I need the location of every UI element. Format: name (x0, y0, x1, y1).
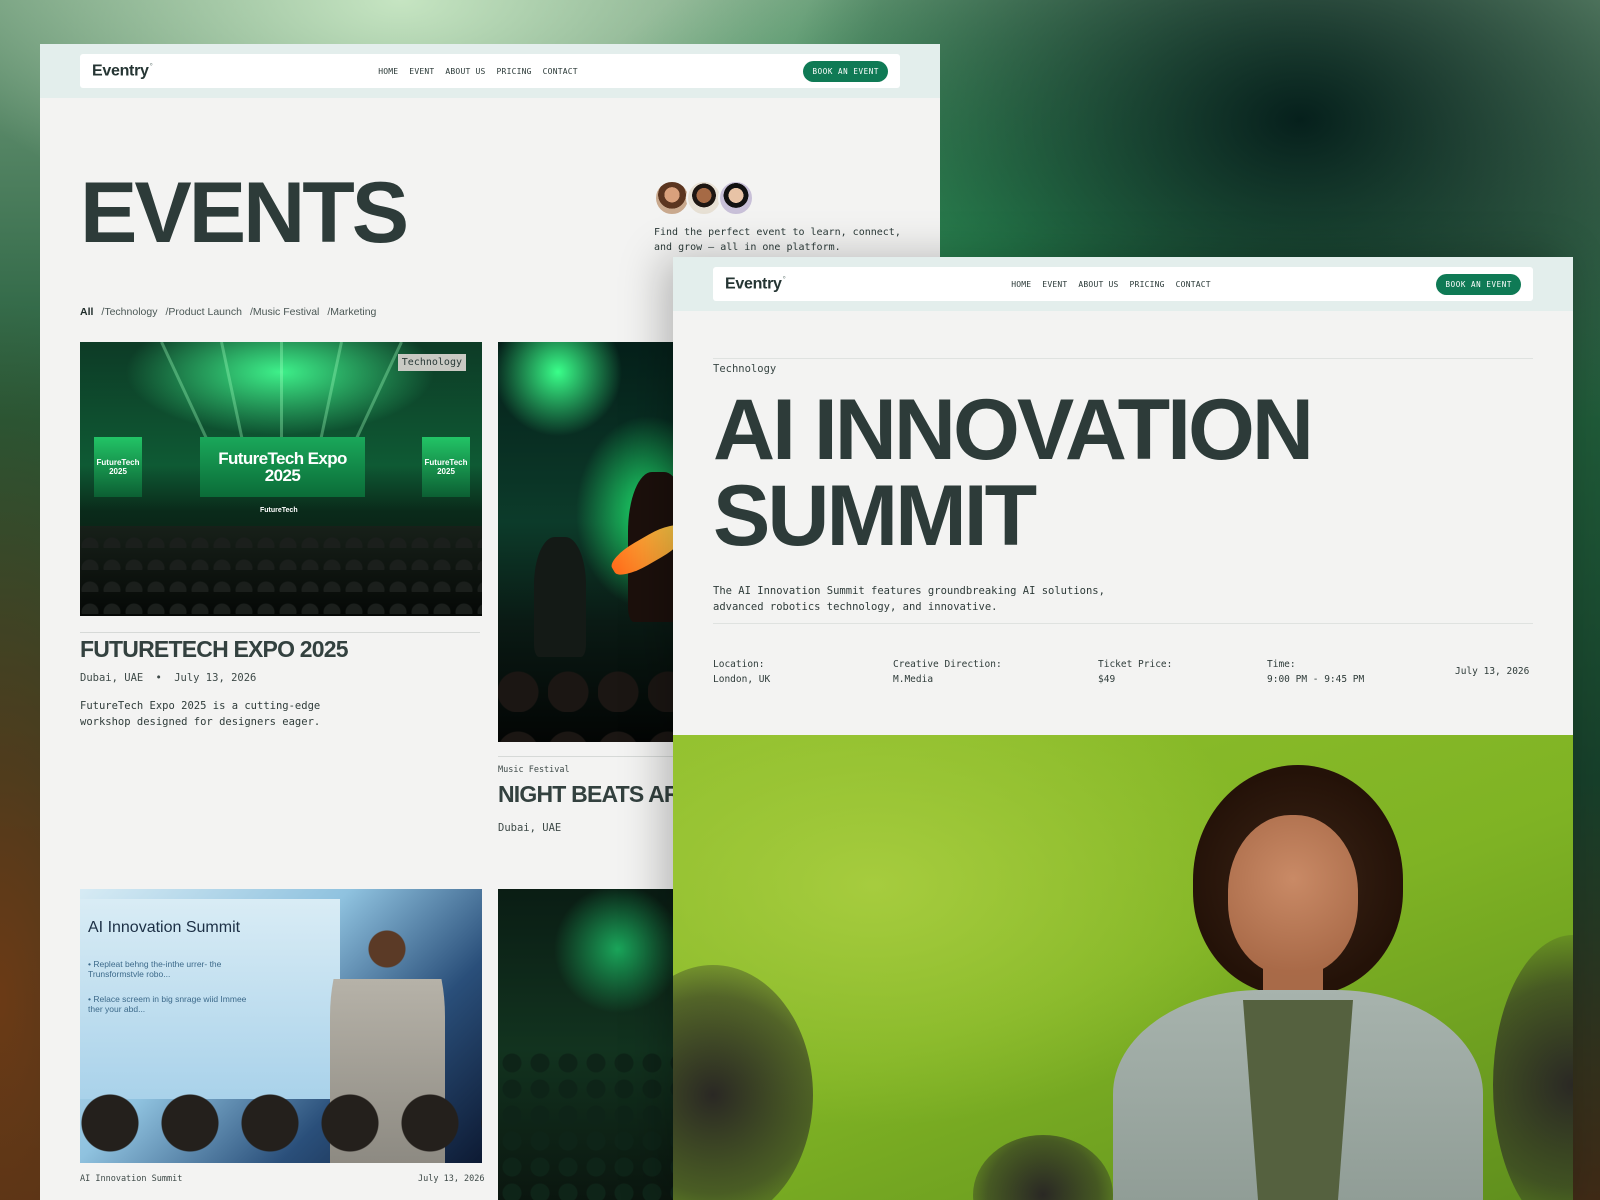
blurred-audience (673, 965, 813, 1200)
event-title-line: SUMMIT (713, 468, 1037, 564)
audience (80, 1083, 482, 1163)
stage-side-screen-left: FutureTech 2025 (94, 437, 142, 497)
divider (713, 358, 1533, 359)
nav-item-home[interactable]: HOME (1011, 280, 1031, 289)
slide-bullet: • Relace screem in big snrage wiid Immee… (88, 994, 247, 1014)
event-date: July 13, 2026 (418, 1174, 485, 1184)
info-label: Creative Direction: (893, 659, 1002, 670)
page-title: EVENTS (80, 165, 409, 261)
info-label: Ticket Price: (1098, 659, 1173, 670)
category-badge: Technology (397, 354, 466, 371)
event-hero-image (673, 735, 1573, 1200)
info-time: Time: 9:00 PM - 9:45 PM (1267, 657, 1364, 687)
info-label: Time: (1267, 659, 1296, 670)
slide-bullet: • Repleat behng the-inthe urrer- the Tru… (88, 959, 222, 979)
crowd (80, 526, 482, 616)
event-description: FutureTech Expo 2025 is a cutting-edge w… (80, 700, 321, 728)
brand-logo[interactable]: Eventry° (92, 62, 153, 80)
nav-menu: HOME EVENT ABOUT US PRICING CONTACT (1011, 280, 1211, 289)
speaker-face (1228, 815, 1358, 975)
avatar (654, 180, 690, 216)
guitarist-figure (534, 537, 586, 657)
nav-band: Eventry° HOME EVENT ABOUT US PRICING CON… (40, 44, 940, 98)
info-label: Location: (713, 659, 765, 670)
avatar-group (654, 180, 754, 216)
info-creative-direction: Creative Direction: M.Media (893, 657, 1002, 687)
seated-audience (498, 1049, 698, 1200)
theatre-event-image[interactable] (498, 889, 698, 1200)
filter-music-festival[interactable]: /Music Festival (250, 306, 319, 318)
stage-main-screen: FutureTech Expo 2025 (200, 437, 365, 497)
event-category: AI Innovation Summit (80, 1174, 183, 1184)
nav-menu: HOME EVENT ABOUT US PRICING CONTACT (378, 67, 578, 76)
event-title: AI INNOVATION SUMMIT (713, 382, 1314, 564)
book-event-button[interactable]: BOOK AN EVENT (1436, 273, 1521, 295)
category-filters: All /Technology /Product Launch /Music F… (80, 306, 376, 318)
info-location: Location: London, UK (713, 657, 770, 687)
avatar (718, 180, 754, 216)
event-title[interactable]: NIGHT BEATS AR (498, 781, 681, 808)
tagline: Find the perfect event to learn, connect… (654, 227, 901, 253)
nav-item-contact[interactable]: CONTACT (1176, 280, 1211, 289)
event-meta: Dubai, UAE • July 13, 2026 (80, 672, 257, 684)
speaker-shirt (1243, 1000, 1353, 1200)
nav-item-contact[interactable]: CONTACT (543, 67, 578, 76)
nav-item-pricing[interactable]: PRICING (497, 67, 532, 76)
filter-technology[interactable]: /Technology (101, 306, 157, 318)
top-nav: Eventry° HOME EVENT ABOUT US PRICING CON… (80, 54, 900, 88)
slide-title: AI Innovation Summit (88, 919, 241, 936)
info-date: July 13, 2026 (1455, 666, 1530, 677)
nav-item-about[interactable]: ABOUT US (445, 67, 485, 76)
book-event-button[interactable]: BOOK AN EVENT (803, 60, 888, 82)
futuretech-event-image[interactable]: FutureTech 2025 FutureTech Expo 2025 Fut… (80, 342, 482, 616)
info-value: $49 (1098, 674, 1116, 685)
night-beats-event-image[interactable] (498, 342, 698, 742)
nav-item-home[interactable]: HOME (378, 67, 398, 76)
crowd (498, 652, 698, 742)
nav-item-event[interactable]: EVENT (409, 67, 434, 76)
stage-banner: FutureTech (260, 507, 298, 514)
info-value: 9:00 PM - 9:45 PM (1267, 674, 1365, 685)
top-nav: Eventry° HOME EVENT ABOUT US PRICING CON… (713, 267, 1533, 301)
event-category: Music Festival (498, 765, 570, 775)
blurred-audience (973, 1135, 1113, 1200)
event-description: The AI Innovation Summit features ground… (713, 585, 1105, 613)
blurred-audience (1493, 935, 1573, 1200)
info-ticket-price: Ticket Price: $49 (1098, 657, 1172, 687)
filter-all[interactable]: All (80, 306, 93, 318)
nav-item-pricing[interactable]: PRICING (1130, 280, 1165, 289)
filter-product-launch[interactable]: /Product Launch (165, 306, 241, 318)
divider (498, 756, 698, 757)
event-detail-window: Eventry° HOME EVENT ABOUT US PRICING CON… (673, 257, 1573, 1200)
ai-summit-event-image[interactable]: AI Innovation Summit • Repleat behng the… (80, 889, 482, 1163)
event-location: Dubai, UAE (498, 822, 562, 834)
divider (713, 623, 1533, 624)
event-category: Technology (713, 363, 777, 375)
event-title[interactable]: FUTURETECH EXPO 2025 (80, 636, 349, 663)
nav-item-event[interactable]: EVENT (1042, 280, 1067, 289)
info-value: London, UK (713, 674, 771, 685)
avatar (686, 180, 722, 216)
info-value: M.Media (893, 674, 934, 685)
nav-item-about[interactable]: ABOUT US (1078, 280, 1118, 289)
filter-marketing[interactable]: /Marketing (327, 306, 376, 318)
nav-band: Eventry° HOME EVENT ABOUT US PRICING CON… (673, 257, 1573, 311)
event-title-line: AI INNOVATION (713, 382, 1314, 478)
divider (80, 632, 480, 633)
stage-side-screen-right: FutureTech 2025 (422, 437, 470, 497)
brand-logo[interactable]: Eventry° (725, 275, 786, 293)
